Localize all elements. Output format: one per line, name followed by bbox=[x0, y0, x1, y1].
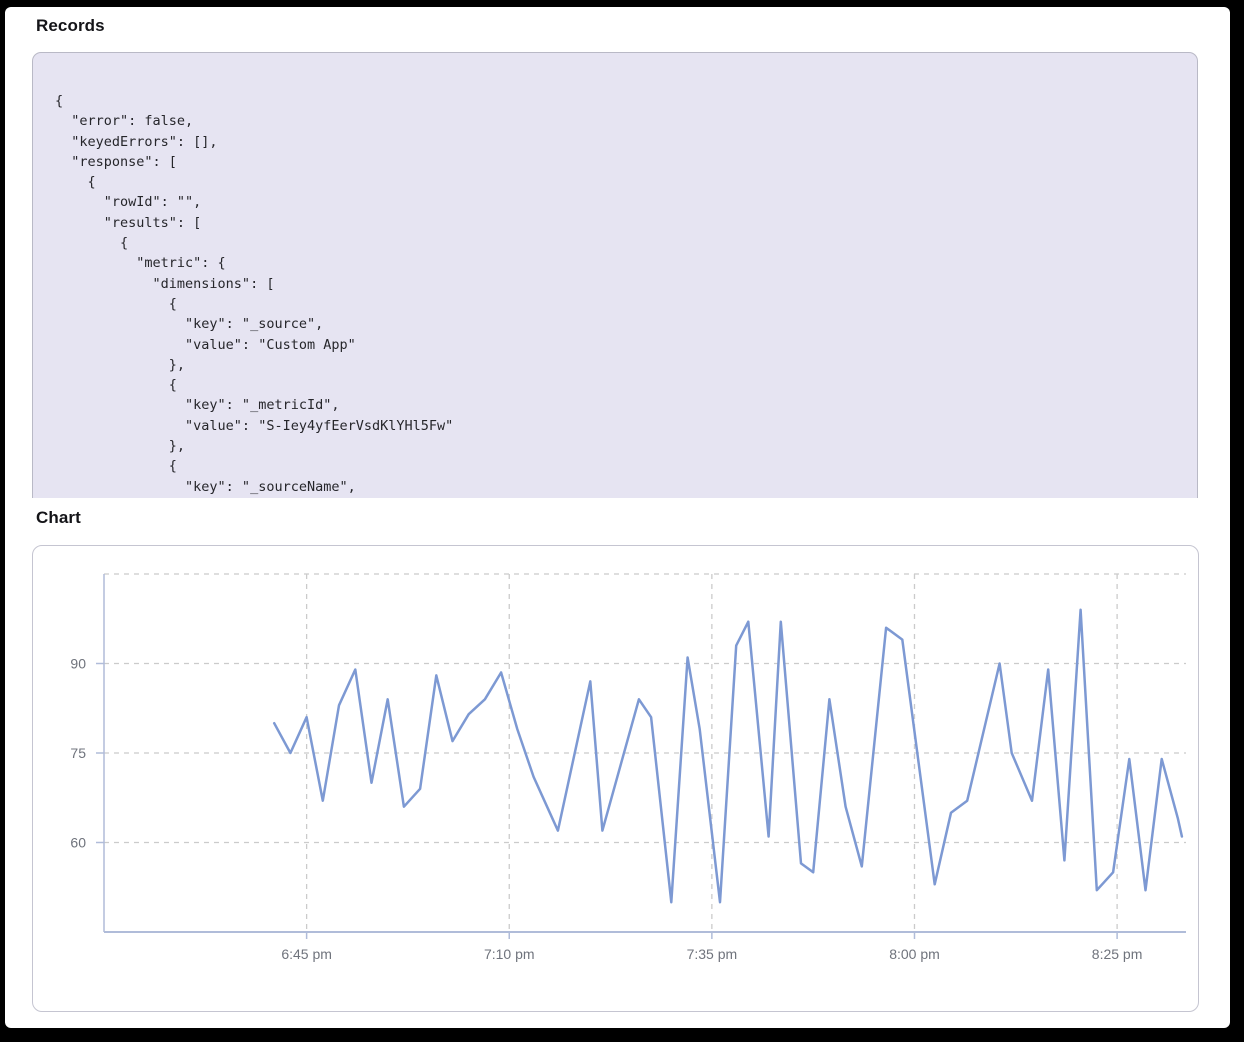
code-line: "rowId": "", bbox=[55, 192, 1177, 212]
y-axis-label: 75 bbox=[70, 745, 86, 761]
records-json-block[interactable]: { "error": false, "keyedErrors": [], "re… bbox=[32, 52, 1198, 498]
code-line: }, bbox=[55, 436, 1177, 456]
records-section-title: Records bbox=[36, 16, 105, 36]
records-json-content: { "error": false, "keyedErrors": [], "re… bbox=[33, 53, 1197, 497]
code-line: "results": [ bbox=[55, 213, 1177, 233]
code-line: "metric": { bbox=[55, 253, 1177, 273]
code-line: { bbox=[55, 172, 1177, 192]
code-line: { bbox=[55, 233, 1177, 253]
chart-section-title: Chart bbox=[36, 508, 81, 528]
code-line: "key": "_metricId", bbox=[55, 395, 1177, 415]
code-line: "key": "_source", bbox=[55, 314, 1177, 334]
code-line: "error": false, bbox=[55, 111, 1177, 131]
y-axis-label: 60 bbox=[70, 835, 86, 851]
x-axis-label: 7:35 pm bbox=[687, 946, 738, 962]
x-axis-label: 6:45 pm bbox=[281, 946, 332, 962]
code-line: "key": "_sourceName", bbox=[55, 477, 1177, 497]
code-line: "value": "Custom App" bbox=[55, 335, 1177, 355]
x-axis-label: 8:00 pm bbox=[889, 946, 940, 962]
line-chart-plot[interactable]: 90 75 60 6:45 pm 7:10 pm 7:35 pm 8:00 pm 8:25 p… bbox=[33, 546, 1198, 1011]
code-line: "dimensions": [ bbox=[55, 274, 1177, 294]
x-axis-label: 7:10 pm bbox=[484, 946, 535, 962]
code-line: "keyedErrors": [], bbox=[55, 132, 1177, 152]
chart-card: 90 75 60 6:45 pm 7:10 pm 7:35 pm 8:00 pm 8:25 p… bbox=[32, 545, 1199, 1012]
code-line: "value": "S-Iey4yfEerVsdKlYHl5Fw" bbox=[55, 416, 1177, 436]
x-axis-label: 8:25 pm bbox=[1092, 946, 1143, 962]
code-line: { bbox=[55, 375, 1177, 395]
code-line: }, bbox=[55, 355, 1177, 375]
series-line-metric-values bbox=[274, 610, 1182, 902]
code-line: { bbox=[55, 294, 1177, 314]
code-line: { bbox=[55, 91, 1177, 111]
page: Records { "error": false, "keyedErrors":… bbox=[5, 7, 1230, 1028]
code-line: { bbox=[55, 456, 1177, 476]
y-axis-label: 90 bbox=[70, 656, 86, 672]
code-line: "response": [ bbox=[55, 152, 1177, 172]
window-frame: Records { "error": false, "keyedErrors":… bbox=[0, 0, 1244, 1042]
